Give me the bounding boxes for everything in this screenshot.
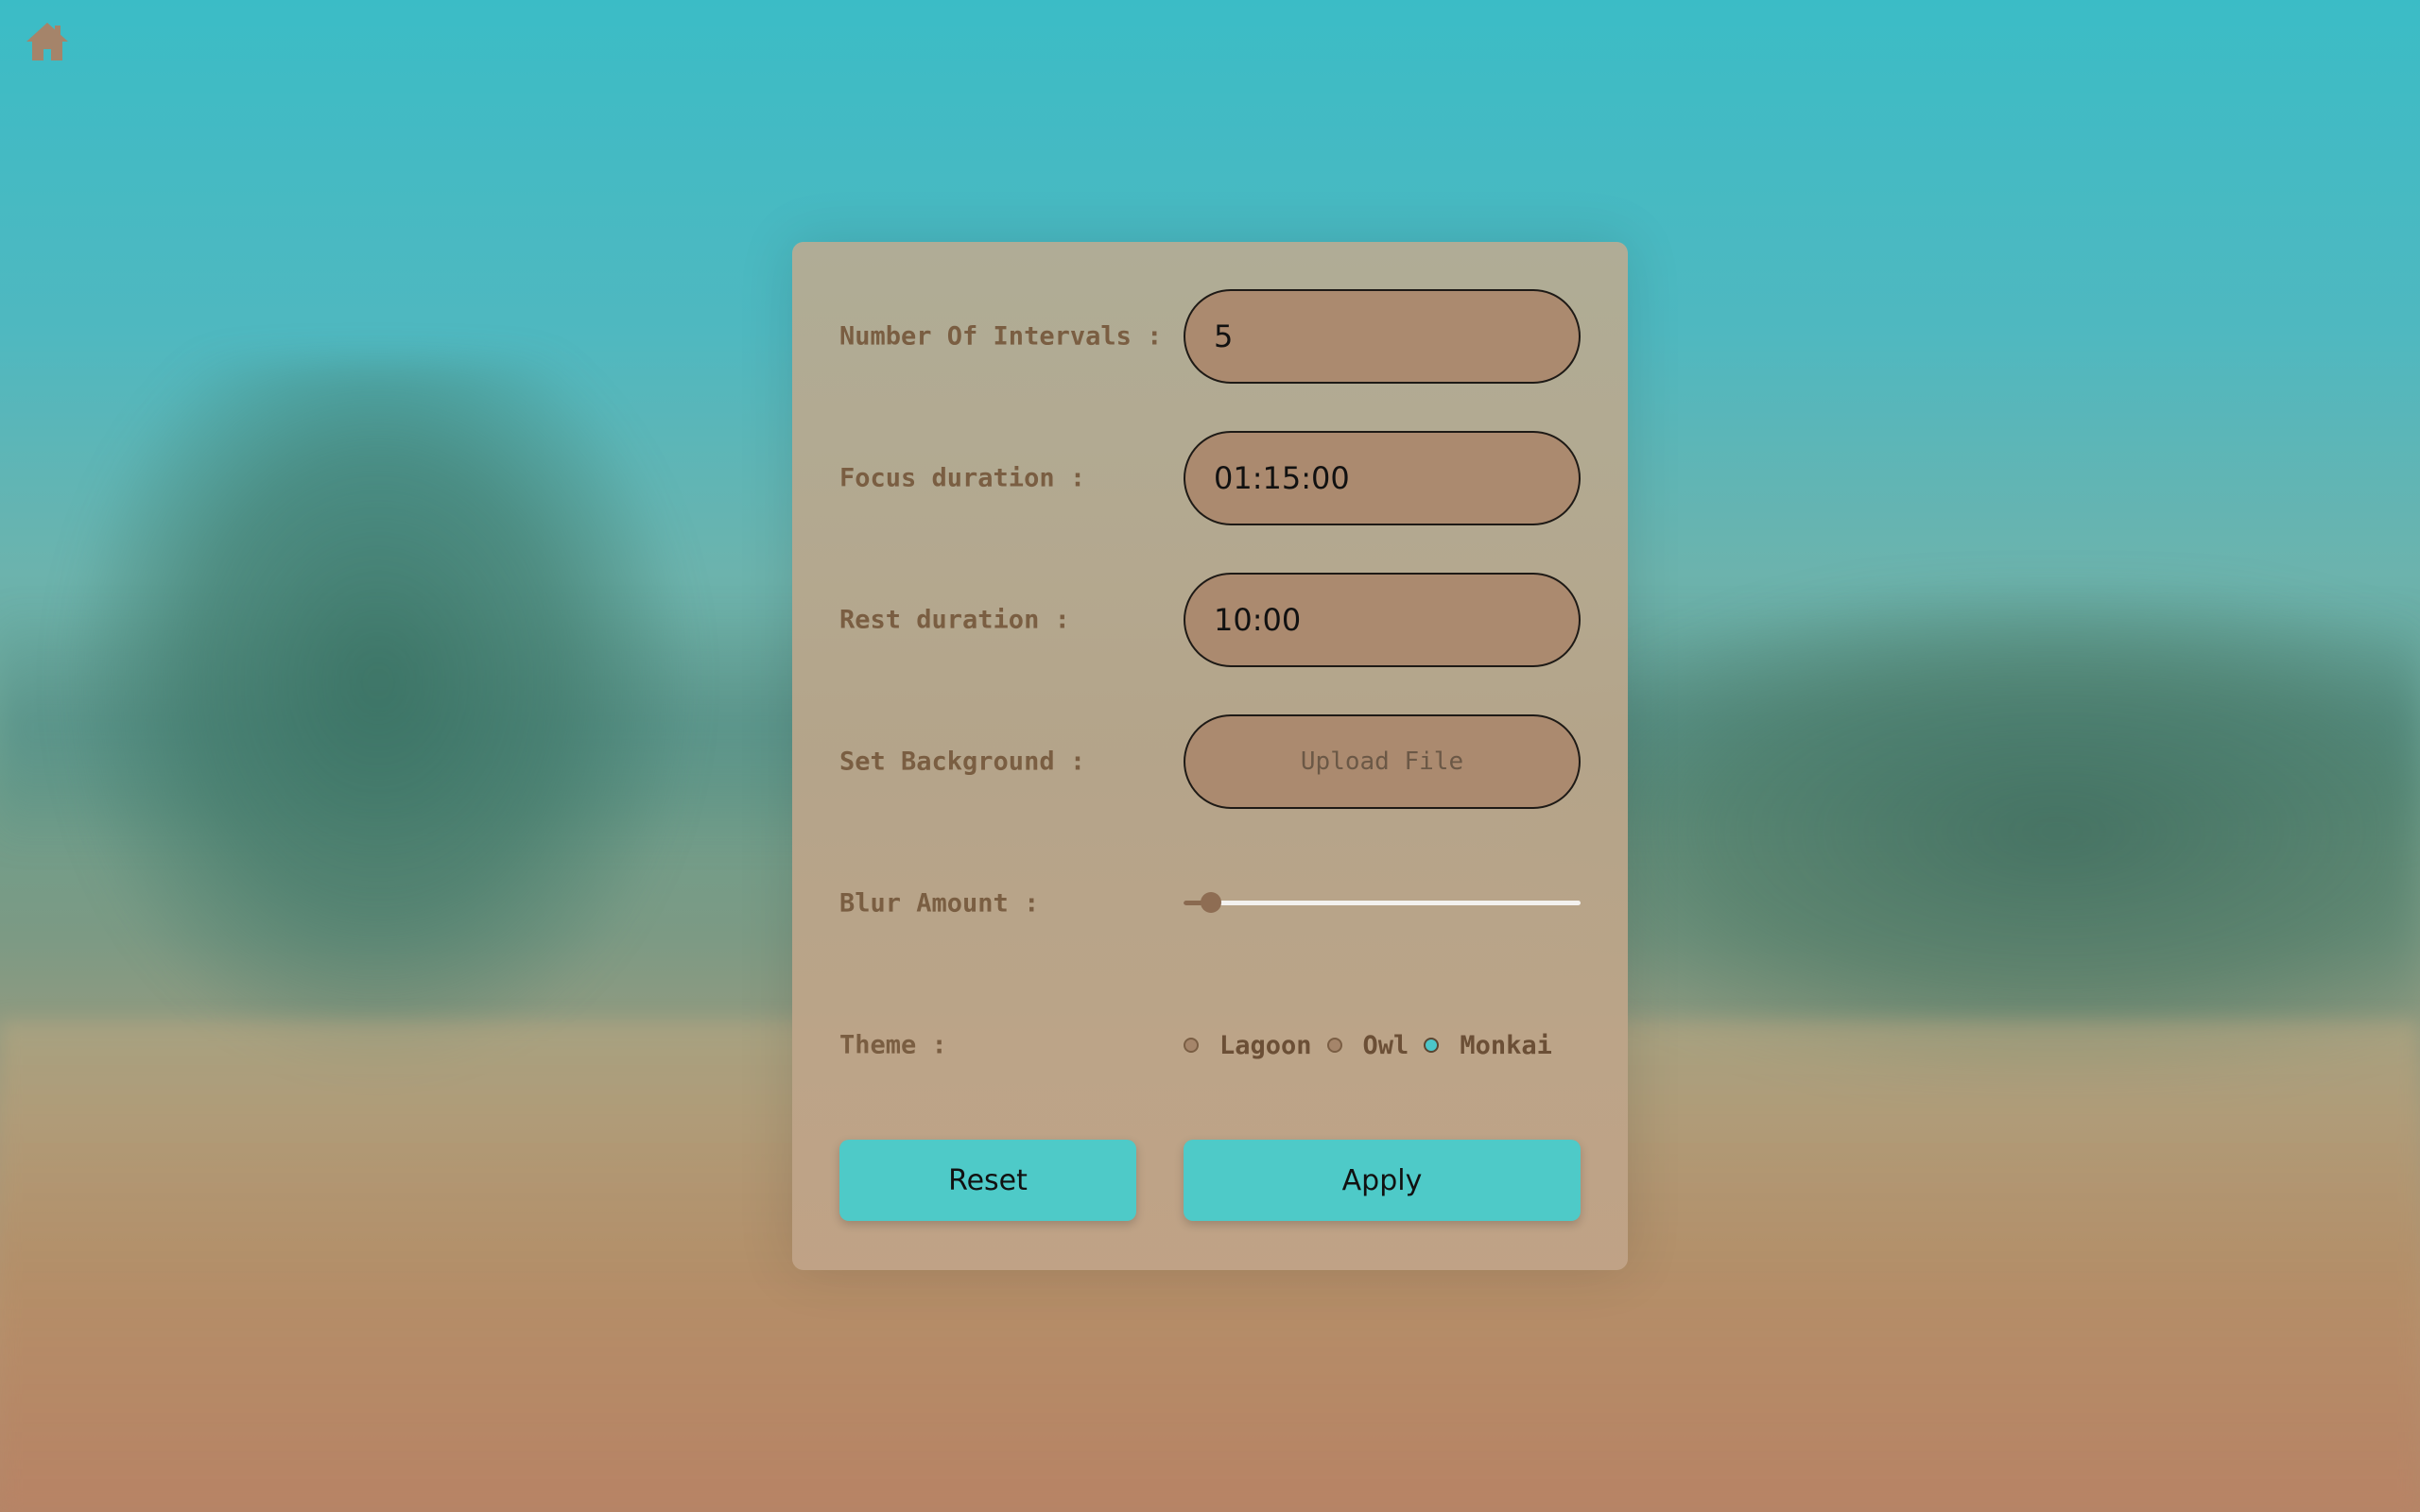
intervals-input[interactable] (1184, 289, 1581, 384)
background-label: Set Background : (839, 747, 1086, 777)
intervals-label: Number Of Intervals : (839, 321, 1163, 352)
rest-label: Rest duration : (839, 605, 1070, 635)
radio-monkai[interactable] (1424, 1038, 1440, 1053)
radio-lagoon[interactable] (1184, 1038, 1199, 1053)
blur-label: Blur Amount : (839, 888, 1040, 919)
theme-option-owl[interactable]: Owl (1326, 1030, 1409, 1060)
blur-slider[interactable] (1184, 892, 1581, 913)
blur-slider-thumb[interactable] (1201, 892, 1221, 913)
upload-file-button[interactable]: Upload File (1184, 714, 1581, 809)
background-row: Set Background : Upload File (839, 714, 1581, 809)
apply-button[interactable]: Apply (1184, 1140, 1581, 1221)
background-trees-left (57, 359, 700, 1077)
focus-label: Focus duration : (839, 463, 1086, 493)
theme-options: Lagoon Owl Monkai (1184, 998, 1567, 1092)
reset-button[interactable]: Reset (839, 1140, 1136, 1221)
home-icon[interactable] (23, 17, 72, 66)
intervals-row: Number Of Intervals : (839, 289, 1581, 384)
theme-label-lagoon: Lagoon (1219, 1030, 1312, 1060)
background-trees-right (1512, 586, 2420, 1077)
radio-owl[interactable] (1326, 1038, 1342, 1053)
theme-label-owl: Owl (1362, 1030, 1409, 1060)
theme-label-monkai: Monkai (1460, 1030, 1552, 1060)
theme-label: Theme : (839, 1030, 947, 1060)
theme-option-lagoon[interactable]: Lagoon (1184, 1031, 1312, 1060)
focus-duration-input[interactable] (1184, 431, 1581, 525)
focus-row: Focus duration : (839, 431, 1581, 525)
settings-panel: Number Of Intervals : Focus duration : R… (792, 242, 1628, 1270)
theme-row: Theme : Lagoon Owl Monkai (839, 998, 1581, 1092)
theme-option-monkai[interactable]: Monkai (1424, 1031, 1552, 1060)
rest-row: Rest duration : (839, 573, 1581, 667)
blur-row: Blur Amount : (839, 856, 1581, 951)
rest-duration-input[interactable] (1184, 573, 1581, 667)
